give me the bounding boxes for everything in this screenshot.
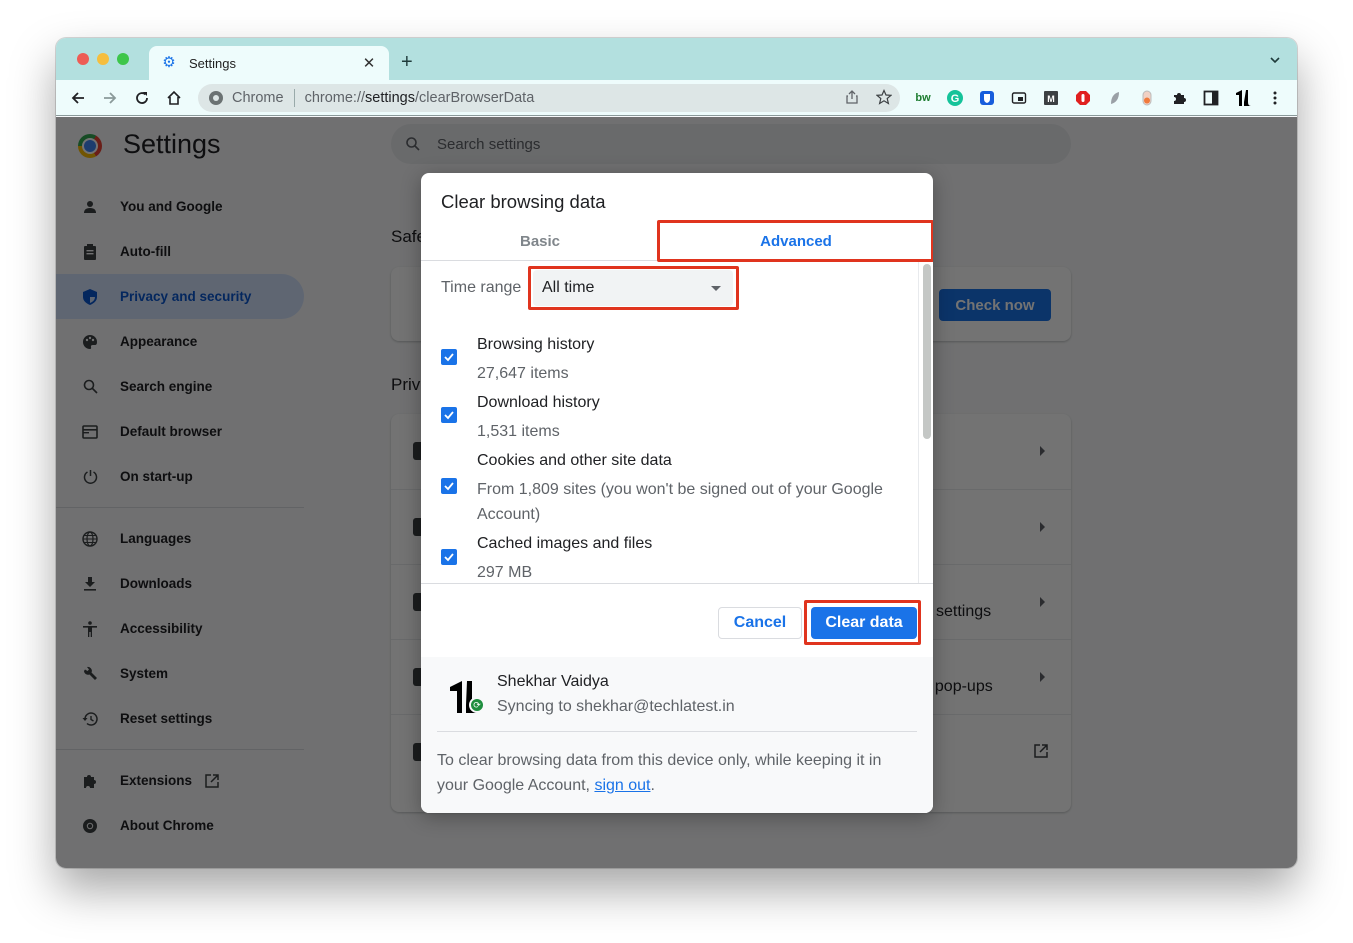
chrome-icon	[209, 91, 223, 105]
gear-icon: ⚙	[162, 54, 176, 71]
arrow-right-icon	[104, 92, 117, 104]
url-text[interactable]: chrome://settings/clearBrowserData	[305, 90, 535, 106]
home-button[interactable]	[164, 88, 184, 108]
account-name: Shekhar Vaidya	[497, 673, 609, 690]
feather-extension-icon[interactable]	[1106, 89, 1124, 107]
checkmark-icon	[444, 553, 454, 562]
option-label: Browsing history	[477, 336, 595, 353]
toggle-extension-icon[interactable]	[1138, 89, 1156, 107]
tab-title: Settings	[189, 55, 236, 71]
option-detail: From 1,809 sites (you won't be signed ou…	[477, 481, 883, 523]
option-detail: 1,531 items	[477, 423, 560, 440]
footer-divider	[437, 731, 917, 732]
account-sync-status: Syncing to shekhar@techlatest.in	[497, 698, 735, 715]
time-range-label: Time range	[441, 279, 522, 296]
url-scheme: chrome://	[304, 90, 366, 106]
svg-text:M: M	[1047, 94, 1055, 104]
mailtrack-extension-icon[interactable]: M	[1042, 89, 1060, 107]
checkmark-icon	[444, 411, 454, 420]
browsing-history-checkbox[interactable]	[441, 349, 457, 365]
svg-text:G: G	[951, 93, 960, 105]
clear-data-button[interactable]: Clear data	[811, 607, 917, 639]
forward-button[interactable]	[100, 88, 120, 108]
grammarly-extension-icon[interactable]: G	[946, 89, 964, 107]
bw-extension-icon[interactable]: bw	[914, 89, 932, 107]
tab-basic[interactable]: Basic	[421, 221, 659, 261]
footer-period: .	[650, 777, 655, 794]
omnibox-separator	[293, 89, 295, 107]
scroll-track	[918, 262, 919, 583]
tab-settings[interactable]: ⚙ Settings ✕	[149, 46, 389, 80]
dialog-tabs: Basic Advanced	[421, 221, 933, 261]
account-footer: ⟳ Shekhar Vaidya Syncing to shekhar@tech…	[421, 657, 933, 813]
site-chip: Chrome	[232, 90, 284, 106]
tab-strip: ⚙ Settings ✕ +	[56, 38, 1297, 80]
reload-button[interactable]	[132, 88, 152, 108]
download-history-checkbox[interactable]	[441, 407, 457, 423]
maximize-window-button[interactable]	[117, 53, 129, 65]
checkmark-icon	[444, 482, 454, 491]
back-button[interactable]	[68, 88, 88, 108]
cancel-button[interactable]: Cancel	[718, 607, 802, 639]
sign-out-link[interactable]: sign out	[594, 777, 650, 794]
arrow-left-icon	[71, 92, 84, 104]
extensions-puzzle-icon[interactable]	[1170, 89, 1188, 107]
tab-advanced[interactable]: Advanced	[659, 221, 933, 261]
dropdown-caret-icon	[711, 286, 721, 291]
side-panel-icon[interactable]	[1202, 89, 1220, 107]
scrollbar[interactable]	[923, 264, 931, 439]
footer-text: To clear browsing data from this device …	[437, 752, 882, 794]
bookmark-star-icon[interactable]	[876, 89, 892, 105]
new-tab-button[interactable]: +	[401, 52, 413, 72]
toolbar: Chrome chrome://settings/clearBrowserDat…	[56, 80, 1297, 116]
profile-avatar-icon[interactable]	[1234, 89, 1252, 107]
cached-images-checkbox[interactable]	[441, 549, 457, 565]
close-tab-icon[interactable]: ✕	[361, 54, 377, 72]
url-path: /clearBrowserData	[415, 90, 535, 106]
reload-icon	[136, 92, 148, 104]
checkmark-icon	[444, 353, 454, 362]
clear-browsing-data-dialog: Clear browsing data Basic Advanced Time …	[421, 173, 933, 813]
adblock-extension-icon[interactable]	[1074, 89, 1092, 107]
home-icon	[167, 90, 181, 105]
sign-out-note: To clear browsing data from this device …	[437, 748, 907, 798]
option-detail: 297 MB	[477, 564, 533, 581]
bitwarden-extension-icon[interactable]	[978, 89, 996, 107]
time-range-select[interactable]: All time	[533, 270, 733, 306]
option-label: Cached images and files	[477, 535, 653, 552]
dialog-actions: Cancel Clear data	[421, 585, 933, 657]
more-menu-icon[interactable]	[1266, 89, 1284, 107]
option-detail: 27,647 items	[477, 365, 569, 382]
picture-in-picture-icon[interactable]	[1010, 89, 1028, 107]
options-list: Time range All time Browsing history 27,…	[421, 262, 933, 584]
minimize-window-button[interactable]	[97, 53, 109, 65]
sync-icon: ⟳	[469, 697, 485, 713]
close-window-button[interactable]	[77, 53, 89, 65]
option-label: Cookies and other site data	[477, 452, 672, 469]
time-range-value: All time	[542, 279, 595, 296]
share-icon[interactable]	[844, 89, 860, 105]
address-bar[interactable]: Chrome chrome://settings/clearBrowserDat…	[198, 84, 900, 112]
browser-window: ⚙ Settings ✕ + Chrome chrome://settings/…	[56, 38, 1297, 868]
cookies-checkbox[interactable]	[441, 478, 457, 494]
dialog-title: Clear browsing data	[441, 191, 606, 212]
option-label: Download history	[477, 394, 600, 411]
tab-search-chevron-icon[interactable]	[1269, 54, 1281, 66]
url-host: settings	[365, 90, 415, 106]
